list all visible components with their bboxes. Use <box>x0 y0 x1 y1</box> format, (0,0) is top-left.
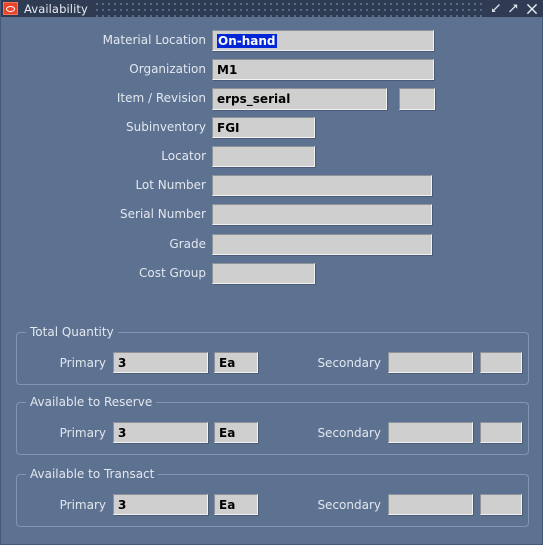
available-to-reserve-primary-label: Primary <box>59 426 106 440</box>
available-to-transact-primary-field[interactable]: 3 <box>113 494 208 515</box>
availability-window: Availability Material Location On-hand O… <box>0 0 543 545</box>
close-icon[interactable] <box>526 3 538 15</box>
item-revision-label: Item / Revision <box>116 91 206 105</box>
available-to-transact-secondary-uom-field[interactable] <box>480 494 522 515</box>
item-field[interactable]: erps_serial <box>212 88 387 110</box>
organization-label: Organization <box>129 62 206 76</box>
subinventory-label: Subinventory <box>126 120 206 134</box>
title-bar: Availability <box>1 0 543 17</box>
lot-number-field[interactable] <box>212 175 432 196</box>
oracle-app-icon <box>3 2 18 15</box>
available-to-reserve-secondary-label: Secondary <box>317 426 381 440</box>
total-quantity-primary-field[interactable]: 3 <box>113 352 208 373</box>
available-to-reserve-group-title: Available to Reserve <box>26 395 157 409</box>
locator-field[interactable] <box>212 146 315 167</box>
serial-number-label: Serial Number <box>120 207 206 221</box>
available-to-transact-secondary-label: Secondary <box>317 498 381 512</box>
material-location-label: Material Location <box>102 33 206 47</box>
lot-number-label: Lot Number <box>135 178 206 192</box>
available-to-transact-primary-uom-field[interactable]: Ea <box>214 494 258 515</box>
window-title: Availability <box>24 1 88 16</box>
maximize-icon[interactable] <box>508 3 519 14</box>
cost-group-field[interactable] <box>212 263 315 284</box>
organization-field[interactable]: M1 <box>212 59 434 80</box>
material-location-value: On-hand <box>217 33 277 48</box>
available-to-transact-primary-label: Primary <box>59 498 106 512</box>
grade-field[interactable] <box>212 234 432 255</box>
material-location-field[interactable]: On-hand <box>212 30 434 51</box>
minimize-icon[interactable] <box>490 3 501 14</box>
total-quantity-primary-label: Primary <box>59 356 106 370</box>
available-to-transact-group-title: Available to Transact <box>26 467 159 481</box>
locator-label: Locator <box>161 149 206 163</box>
total-quantity-secondary-uom-field[interactable] <box>480 352 522 373</box>
revision-field[interactable] <box>399 88 435 110</box>
subinventory-field[interactable]: FGI <box>212 117 315 138</box>
available-to-reserve-secondary-uom-field[interactable] <box>480 422 522 443</box>
titlebar-texture <box>95 0 486 17</box>
available-to-reserve-primary-uom-field[interactable]: Ea <box>214 422 258 443</box>
cost-group-label: Cost Group <box>138 266 206 280</box>
available-to-reserve-primary-field[interactable]: 3 <box>113 422 208 443</box>
total-quantity-secondary-label: Secondary <box>317 356 381 370</box>
serial-number-field[interactable] <box>212 204 432 225</box>
total-quantity-primary-uom-field[interactable]: Ea <box>214 352 258 373</box>
available-to-transact-secondary-field[interactable] <box>388 494 473 515</box>
total-quantity-group-title: Total Quantity <box>26 325 118 339</box>
available-to-reserve-secondary-field[interactable] <box>388 422 473 443</box>
window-controls <box>486 0 543 17</box>
grade-label: Grade <box>169 237 206 251</box>
total-quantity-secondary-field[interactable] <box>388 352 473 373</box>
